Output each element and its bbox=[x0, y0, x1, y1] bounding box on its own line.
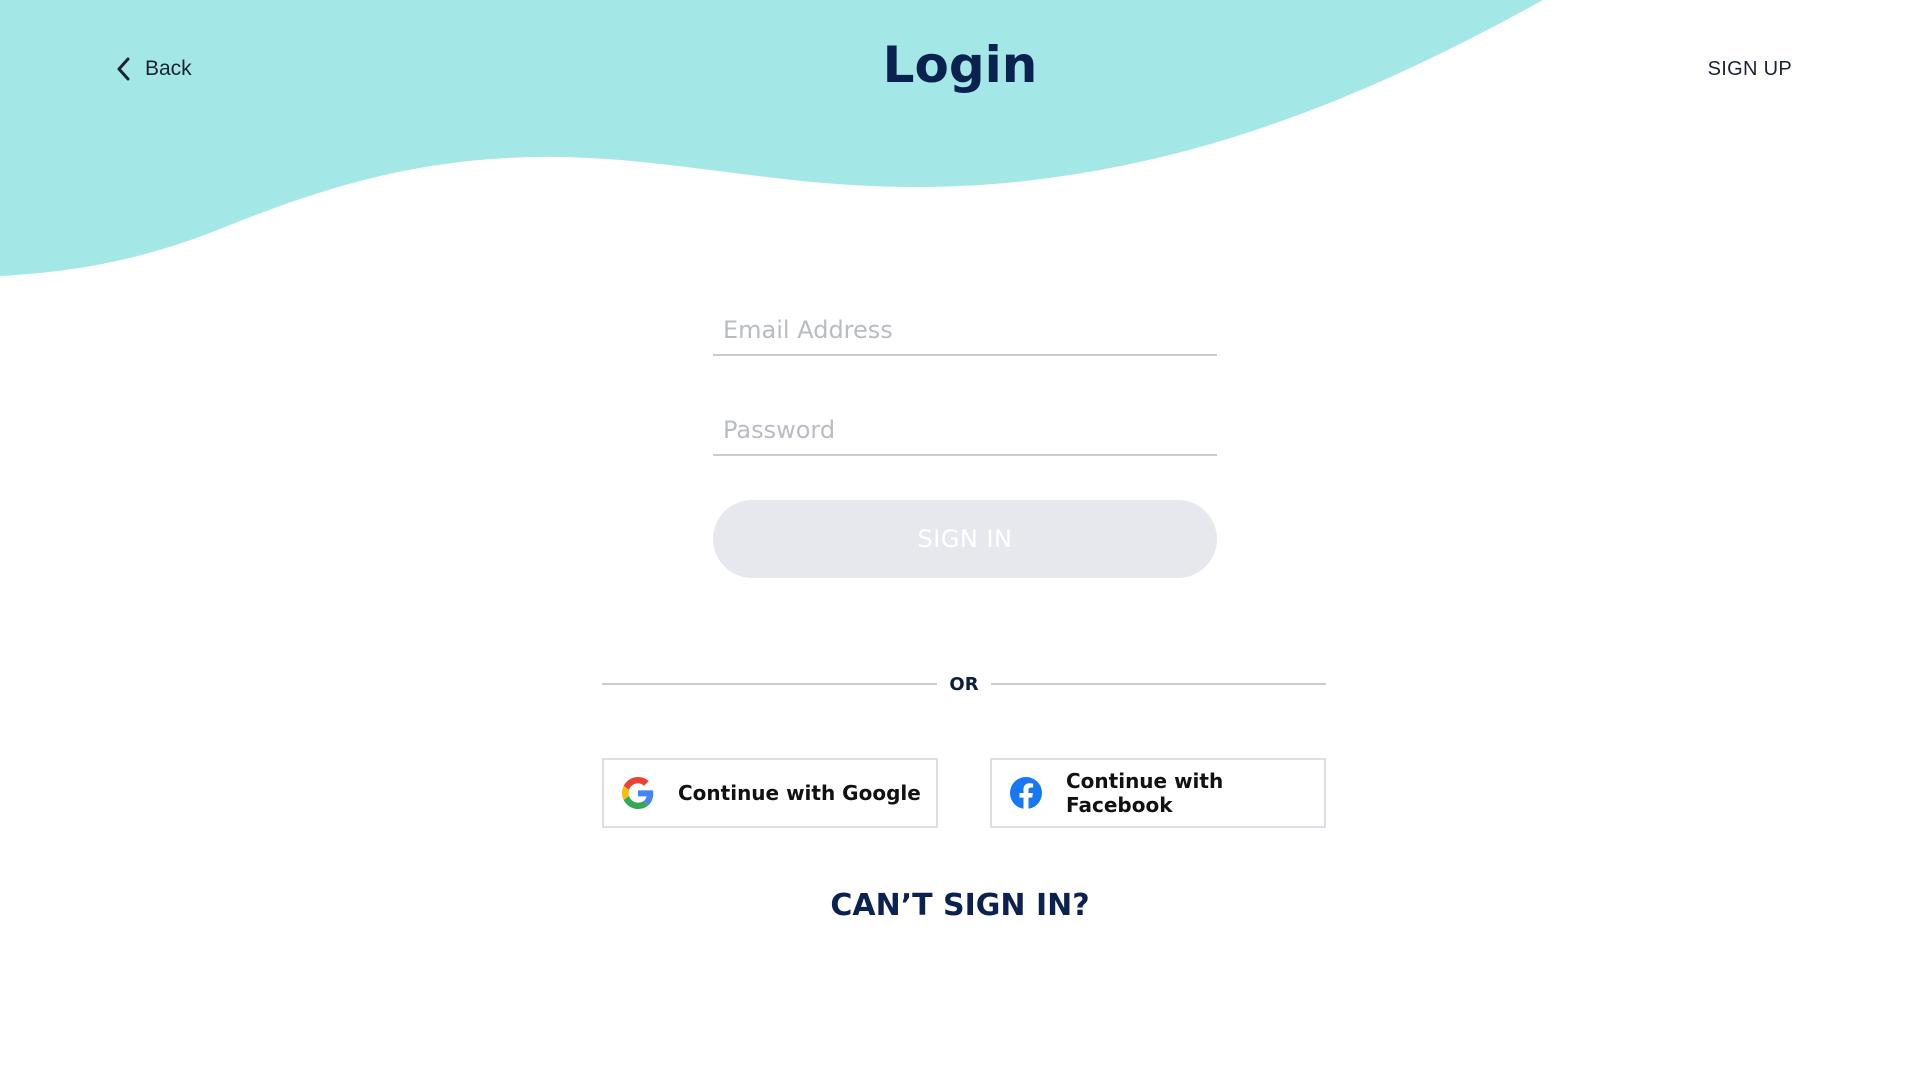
facebook-icon bbox=[1010, 777, 1042, 809]
email-input[interactable] bbox=[713, 310, 1217, 350]
continue-with-google-button[interactable]: Continue with Google bbox=[602, 758, 938, 828]
divider-line-left bbox=[602, 683, 938, 685]
google-icon bbox=[622, 777, 654, 809]
divider-line-right bbox=[990, 683, 1327, 685]
facebook-button-label: Continue with Facebook bbox=[1066, 769, 1224, 817]
password-input[interactable] bbox=[713, 410, 1217, 450]
password-field-wrapper bbox=[713, 400, 1217, 456]
or-divider: OR bbox=[602, 672, 1327, 696]
continue-with-facebook-button[interactable]: Continue with Facebook bbox=[990, 758, 1326, 828]
or-label: OR bbox=[949, 673, 979, 695]
cant-sign-in-link[interactable]: CAN’T SIGN IN? bbox=[0, 888, 1920, 923]
login-page: Back Login SIGN UP SIGN IN OR Continue w… bbox=[0, 0, 1920, 1080]
google-button-label: Continue with Google bbox=[678, 781, 921, 805]
sign-in-button[interactable]: SIGN IN bbox=[713, 500, 1217, 578]
login-form: SIGN IN bbox=[713, 300, 1217, 578]
sign-up-link[interactable]: SIGN UP bbox=[1708, 58, 1792, 81]
page-title: Login bbox=[882, 36, 1038, 94]
email-field-wrapper bbox=[713, 300, 1217, 356]
